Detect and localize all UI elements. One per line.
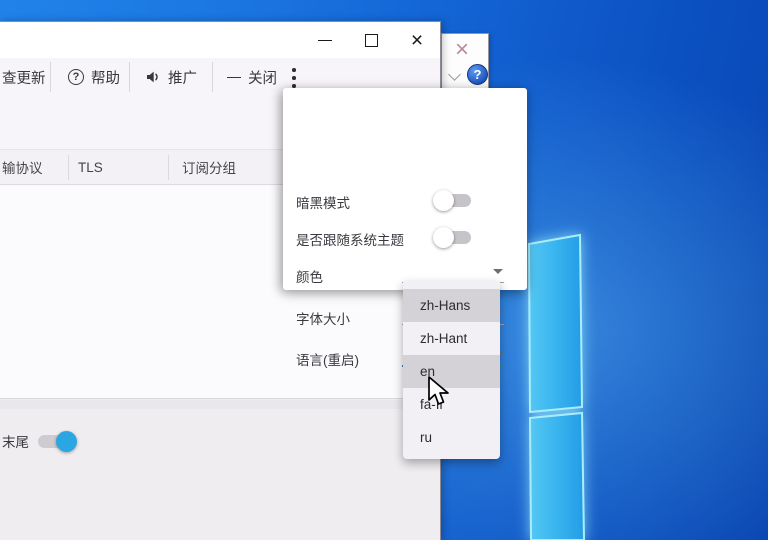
language-label: 语言(重启) xyxy=(296,349,359,369)
minus-icon xyxy=(227,77,241,78)
helper-close-icon[interactable]: × xyxy=(455,36,469,64)
check-update-button[interactable]: 查更新 xyxy=(2,65,46,89)
follow-system-theme-toggle[interactable] xyxy=(435,231,471,244)
dropdown-option-fa-ir[interactable]: fa-Ir xyxy=(403,388,500,421)
language-dropdown-list: zh-Hans zh-Hant en fa-Ir ru xyxy=(403,281,500,459)
close-app-label: 关闭 xyxy=(248,67,277,88)
titlebar: × xyxy=(0,22,440,58)
dropdown-option-ru[interactable]: ru xyxy=(403,421,500,454)
help-button[interactable]: ? 帮助 xyxy=(68,65,120,89)
promotion-button[interactable]: 推广 xyxy=(145,65,197,89)
check-update-label: 查更新 xyxy=(2,67,46,88)
footer-label: 末尾 xyxy=(2,431,29,451)
dark-mode-label: 暗黑模式 xyxy=(296,192,350,212)
footer-panel: 末尾 xyxy=(0,398,440,540)
font-size-label: 字体大小 xyxy=(296,308,350,328)
close-app-button[interactable]: 关闭 xyxy=(227,65,277,89)
column-separator[interactable] xyxy=(68,155,69,180)
settings-popup: 暗黑模式 是否跟随系统主题 颜色 字体大小 语言(重启) en xyxy=(283,88,527,290)
dropdown-option-zh-hans[interactable]: zh-Hans xyxy=(403,289,500,322)
color-label: 颜色 xyxy=(296,266,323,286)
toolbar-separator xyxy=(50,62,51,92)
toggle-knob xyxy=(56,431,77,452)
toolbar-separator xyxy=(129,62,130,92)
close-icon: × xyxy=(411,30,423,51)
more-menu-button[interactable] xyxy=(288,67,300,89)
maximize-button[interactable] xyxy=(348,22,394,58)
dropdown-option-en[interactable]: en xyxy=(403,355,500,388)
dark-mode-toggle[interactable] xyxy=(435,194,471,207)
question-circle-icon: ? xyxy=(68,69,84,85)
toolbar-separator xyxy=(212,62,213,92)
toggle-knob xyxy=(433,190,454,211)
column-header-protocol[interactable]: 输协议 xyxy=(2,150,43,184)
help-label: 帮助 xyxy=(91,67,120,88)
caret-down-icon[interactable] xyxy=(493,269,503,274)
speaker-icon xyxy=(145,69,161,85)
dropdown-option-zh-hant[interactable]: zh-Hant xyxy=(403,322,500,355)
column-header-subscription-group[interactable]: 订阅分组 xyxy=(182,150,236,184)
close-button[interactable]: × xyxy=(394,22,440,58)
kebab-dot xyxy=(292,76,296,80)
promotion-label: 推广 xyxy=(168,67,197,88)
footer-toggle[interactable] xyxy=(38,435,74,448)
desktop: × ? × 查更新 ? 帮助 xyxy=(0,0,768,540)
minimize-icon xyxy=(318,40,332,41)
chevron-down-icon[interactable] xyxy=(448,68,461,81)
kebab-dot xyxy=(292,68,296,72)
follow-system-theme-label: 是否跟随系统主题 xyxy=(296,229,404,249)
column-header-tls[interactable]: TLS xyxy=(78,150,103,184)
help-question-icon[interactable]: ? xyxy=(467,64,488,85)
toggle-knob xyxy=(433,227,454,248)
footer-divider xyxy=(0,400,440,409)
column-separator[interactable] xyxy=(168,155,169,180)
maximize-icon xyxy=(365,34,378,47)
minimize-button[interactable] xyxy=(302,22,348,58)
